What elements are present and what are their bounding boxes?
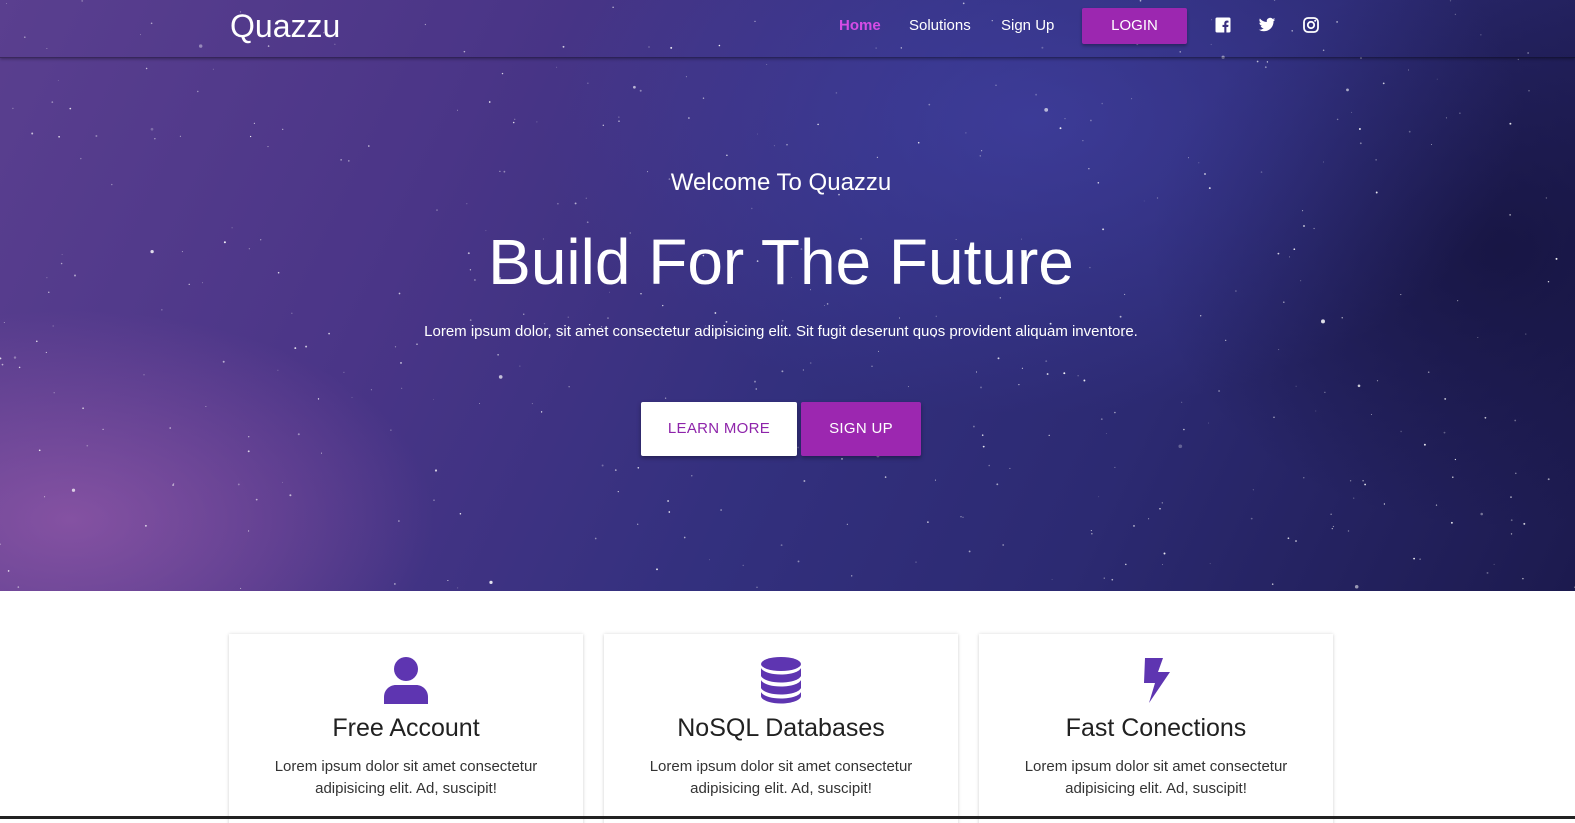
feature-title: Fast Conections: [1065, 714, 1247, 742]
bolt-icon: [1133, 656, 1179, 704]
sign-up-button[interactable]: SIGN UP: [801, 402, 921, 456]
navbar: Quazzu Home Solutions Sign Up LOGIN: [0, 0, 1575, 58]
user-icon: [383, 656, 429, 704]
hero-section: Quazzu Home Solutions Sign Up LOGIN Welc…: [0, 0, 1575, 591]
nav-link-home[interactable]: Home: [839, 16, 881, 36]
feature-text: Lorem ipsum dolor sit amet consectetur a…: [649, 758, 913, 797]
nav-link-solutions[interactable]: Solutions: [909, 16, 971, 36]
feature-card-nosql-databases: NoSQL Databases Lorem ipsum dolor sit am…: [604, 634, 958, 823]
hero-tagline: Lorem ipsum dolor, sit amet consectetur …: [424, 323, 1138, 340]
feature-card-fast-conections: Fast Conections Lorem ipsum dolor sit am…: [979, 634, 1333, 823]
login-button[interactable]: LOGIN: [1082, 8, 1187, 44]
instagram-icon[interactable]: [1302, 16, 1320, 34]
hero-headline: Build For The Future: [488, 226, 1074, 298]
bottom-divider: [0, 816, 1575, 819]
nav-link-sign-up[interactable]: Sign Up: [1001, 16, 1054, 36]
database-icon: [758, 656, 804, 704]
twitter-icon[interactable]: [1258, 16, 1276, 34]
feature-text: Lorem ipsum dolor sit amet consectetur a…: [1024, 758, 1288, 797]
feature-card-free-account: Free Account Lorem ipsum dolor sit amet …: [229, 634, 583, 823]
facebook-icon[interactable]: [1214, 16, 1232, 34]
feature-title: Free Account: [332, 714, 480, 742]
brand-logo[interactable]: Quazzu: [230, 8, 340, 44]
feature-title: NoSQL Databases: [677, 714, 885, 742]
welcome-text: Welcome To Quazzu: [670, 169, 892, 196]
feature-text: Lorem ipsum dolor sit amet consectetur a…: [274, 758, 538, 797]
learn-more-button[interactable]: LEARN MORE: [641, 402, 797, 456]
